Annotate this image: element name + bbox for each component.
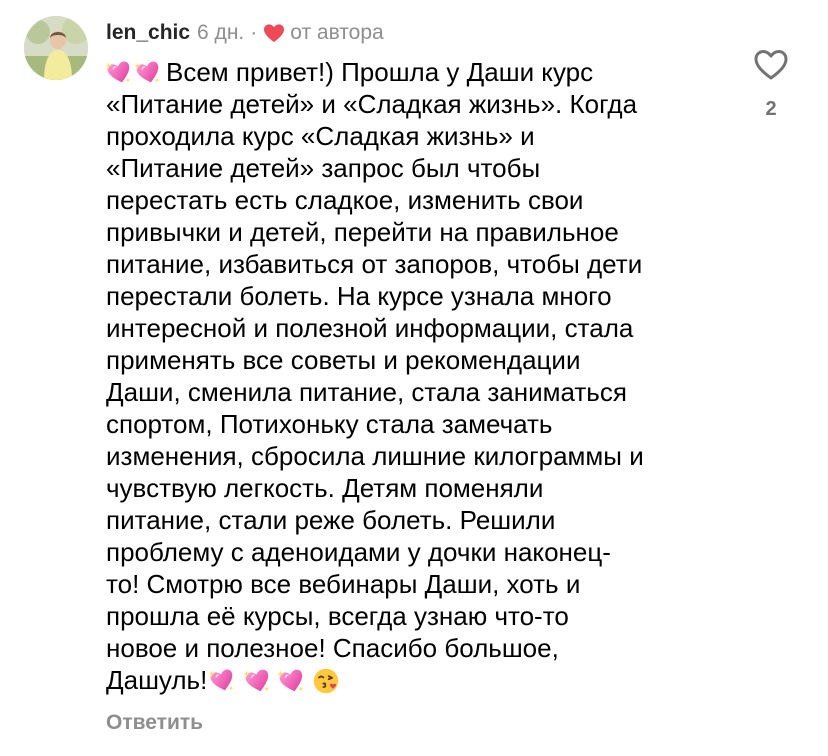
- comment-line: применять все советы и рекомендации: [106, 345, 581, 375]
- comment-header: len_chic 6 дн. · от автора: [106, 18, 384, 48]
- comment-line-text: Дашуль!: [106, 665, 208, 695]
- comment-line: проходила курс «Сладкая жизнь» и: [106, 121, 535, 151]
- comment-line: Даши, сменила питание, стала заниматься: [106, 377, 627, 407]
- comment-line-text: Всем привет!) Прошла у Даши курс: [166, 57, 594, 87]
- comment-line: перестали болеть. На курсе узнала много: [106, 281, 612, 311]
- sparkling-heart-icon: [106, 59, 133, 86]
- timestamp[interactable]: 6 дн.: [197, 21, 244, 45]
- comment-line: питание, стали реже болеть. Решили: [106, 505, 556, 535]
- comment-line: интересной и полезной информации, стала: [106, 313, 634, 343]
- avatar-photo: [24, 16, 88, 80]
- comment-line: прошла её курсы, всегда узнаю что-то: [106, 601, 569, 631]
- comment-line: привычки и детей, перейти на правильное: [106, 217, 619, 247]
- comment-line: Дашуль!: [106, 664, 726, 696]
- comment-line: проблему с аденоидами у дочки наконец-: [106, 537, 611, 567]
- heart-outline-icon[interactable]: [751, 44, 791, 84]
- comment-line: то! Смотрю все вебинары Даши, хоть и: [106, 569, 581, 599]
- comment-line: перестать есть сладкое, изменить свои: [106, 185, 584, 215]
- comment-line: питание, избавиться от запоров, чтобы де…: [106, 249, 643, 279]
- comment-line: Всем привет!) Прошла у Даши курс: [106, 56, 726, 88]
- comment-line: «Питание детей» и «Сладкая жизнь». Когда: [106, 89, 638, 119]
- reply-button[interactable]: Ответить: [106, 711, 203, 735]
- comment-text: Всем привет!) Прошла у Даши курс «Питани…: [106, 56, 726, 696]
- sparkling-heart-icon: [135, 59, 162, 86]
- avatar[interactable]: [24, 16, 88, 80]
- comment-line: чувствую легкость. Детям поменяли: [106, 473, 544, 503]
- sparkling-heart-icon: [209, 667, 236, 694]
- comment-line: изменения, сбросила лишние килограммы и: [106, 441, 644, 471]
- face-blowing-kiss-icon: [312, 667, 340, 695]
- author-liked-label: от автора: [290, 21, 384, 44]
- comment-line: «Питание детей» запрос был чтобы: [106, 153, 541, 183]
- username[interactable]: len_chic: [106, 21, 190, 45]
- comment: len_chic 6 дн. · от автора Всем привет!)…: [0, 0, 828, 756]
- sparkling-heart-icon: [244, 667, 272, 695]
- like-count: 2: [765, 98, 777, 120]
- separator: ·: [250, 21, 258, 44]
- comment-line: новое и полезное! Спасибо большое,: [106, 633, 559, 663]
- comment-line: спортом, Потихоньку стала замечать: [106, 409, 553, 439]
- sparkling-heart-icon: [278, 667, 306, 695]
- red-heart-icon: [263, 23, 285, 43]
